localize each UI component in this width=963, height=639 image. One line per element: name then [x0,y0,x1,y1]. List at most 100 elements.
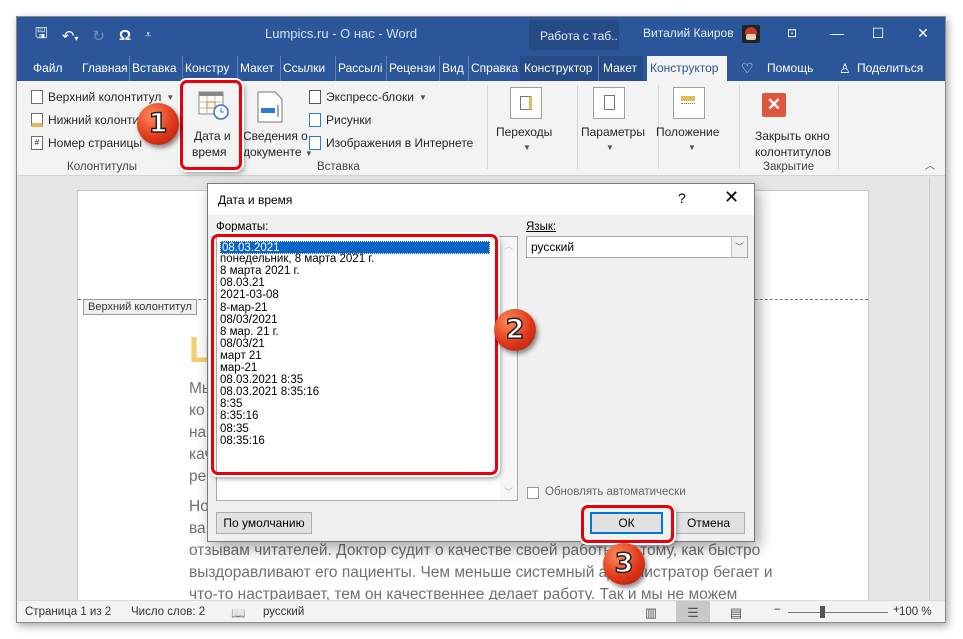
tab-references[interactable]: Ссылки [280,56,327,81]
highlight-date-time-button [180,80,242,170]
maximize-button[interactable]: ☐ [855,17,901,50]
formats-label-text: Форматы: [216,221,269,233]
tab-file[interactable]: Файл [31,56,65,81]
formats-scrollbar[interactable]: ︿ ﹀ [500,237,517,500]
pictures-button[interactable]: Рисунки [309,113,371,127]
zoom-slider[interactable] [788,612,888,613]
tab-tell-me[interactable]: Помощь [765,56,813,81]
quick-access-toolbar: 🖫 ↶▾ ↻ Ω ⩡ [35,23,151,48]
language-select[interactable]: русский ﹀ [526,236,748,258]
language-indicator[interactable]: русский [263,606,304,618]
highlight-formats-list [211,234,498,475]
document-info-button[interactable]: Сведения о документе ▼ [239,83,313,171]
tab-layout[interactable]: Макет [237,56,276,81]
chevron-down-icon: ▼ [166,92,175,102]
tab-design[interactable]: Констру [182,56,237,81]
chevron-down-icon: ▼ [523,143,531,152]
auto-update-checkbox[interactable] [527,487,539,499]
chevron-down-icon: ▼ [688,143,696,152]
step-badge-2: 2 [494,309,536,351]
group-label-header-footer: Колонтитулы [67,161,137,173]
tab-mailings[interactable]: Рассылі [335,56,386,81]
header-icon [31,90,43,104]
document-info-label-line2-wrap: документе ▼ [243,145,313,159]
chevron-down-icon: ▼ [606,143,614,152]
quick-parts-label: Экспресс-блоки [326,90,414,104]
page-number-button[interactable]: # Номер страницы [31,136,142,150]
online-pictures-icon [309,136,321,150]
tab-header-footer-design[interactable]: Конструктор [647,56,727,81]
group-separator [838,85,839,169]
quick-parts-button[interactable]: Экспресс-блоки ▼ [309,90,427,104]
proofing-icon[interactable]: 📖 [231,606,245,620]
page-indicator[interactable]: Страница 1 из 2 [25,606,111,618]
read-mode-icon[interactable]: ▥ [634,601,668,622]
group-label-insert: Вставка [317,161,360,173]
tab-help[interactable]: Справка [468,56,520,81]
quick-parts-icon [309,90,321,104]
text: ре [189,468,207,485]
document-info-label-line2: документе [243,145,302,159]
undo-icon[interactable]: ↶▾ [62,27,79,45]
lightbulb-icon[interactable]: ♡ [739,56,756,81]
paragraph-line: выздоравливают его пациенты. Чем меньше … [189,562,839,584]
web-layout-icon[interactable]: ▤ [719,601,753,622]
close-button[interactable]: ✕ [900,17,945,50]
navigation-icon [510,87,542,119]
language-select-value: русский [531,240,575,254]
close-header-footer-label-line1: Закрыть окно [755,129,830,143]
omega-symbol-icon[interactable]: Ω [119,27,131,44]
header-button[interactable]: Верхний колонтитул ▼ [31,90,174,104]
language-label-text: Язык: [526,221,557,233]
close-header-footer-button[interactable]: ✕ Закрыть окно колонтитулов [739,83,839,161]
customize-qat-icon[interactable]: ⩡ [145,29,151,42]
print-layout-icon[interactable]: ☰ [676,601,710,622]
text: выздоравливают его пациенты. Чем меньше … [189,564,773,581]
cancel-button[interactable]: Отмена [672,512,745,534]
scroll-up-icon[interactable]: ︿ [504,239,513,252]
title-bar: 🖫 ↶▾ ↻ Ω ⩡ Lumpics.ru - О нас - Word Раб… [17,17,945,50]
save-icon[interactable]: 🖫 [35,23,48,48]
user-name[interactable]: Виталий Каиров [643,26,734,40]
tab-view[interactable]: Вид [439,56,466,81]
close-x-icon: ✕ [762,93,786,117]
navigation-button[interactable]: Переходы ▼ [492,83,562,171]
position-icon [673,87,705,119]
dialog-close-button[interactable]: ✕ [724,187,739,208]
ribbon-display-options-icon[interactable]: ⊡ [769,17,815,50]
share-person-icon[interactable]: ♙ [837,56,853,81]
share-button[interactable]: Поделиться [855,56,925,81]
vertical-scrollbar[interactable] [929,177,945,600]
highlight-ok-button [581,505,674,543]
minimize-button[interactable]: — [814,17,860,50]
context-tab-group-title: Работа с таб... [529,20,619,50]
online-pictures-button[interactable]: Изображения в Интернете [309,136,473,150]
position-button[interactable]: Положение ▼ [652,83,727,171]
navigation-label: Переходы [496,125,553,139]
redo-icon[interactable]: ↻ [92,27,105,45]
zoom-slider-thumb[interactable] [820,606,825,618]
collapse-ribbon-icon[interactable]: ︿ [925,157,935,172]
set-default-button[interactable]: По умолчанию [216,512,312,534]
zoom-level[interactable]: 100 % [899,606,932,618]
tab-review[interactable]: Рецензи [386,56,439,81]
tab-insert[interactable]: Вставка [129,56,179,81]
step-badge-3: 3 [603,543,645,585]
options-button[interactable]: Параметры ▼ [572,83,647,171]
avatar[interactable] [742,25,760,43]
zoom-out-button[interactable]: − [774,604,781,616]
auto-update-label[interactable]: Обновлять автоматически [545,486,686,498]
pictures-label: Рисунки [326,113,372,127]
close-header-footer-label-line2: колонтитулов [755,145,831,159]
tab-table-layout[interactable]: Макет [598,56,643,81]
tab-table-design[interactable]: Конструктор [520,56,598,81]
tab-home[interactable]: Главная [80,56,130,81]
word-count[interactable]: Число слов: 2 [131,606,205,618]
position-label: Положение [656,125,720,139]
group-label-close: Закрытие [763,161,815,173]
options-label: Параметры [581,125,645,139]
scroll-down-icon[interactable]: ﹀ [504,485,513,498]
pictures-icon [309,113,321,127]
chevron-down-icon[interactable]: ﹀ [731,237,747,257]
help-button[interactable]: ? [678,190,686,206]
